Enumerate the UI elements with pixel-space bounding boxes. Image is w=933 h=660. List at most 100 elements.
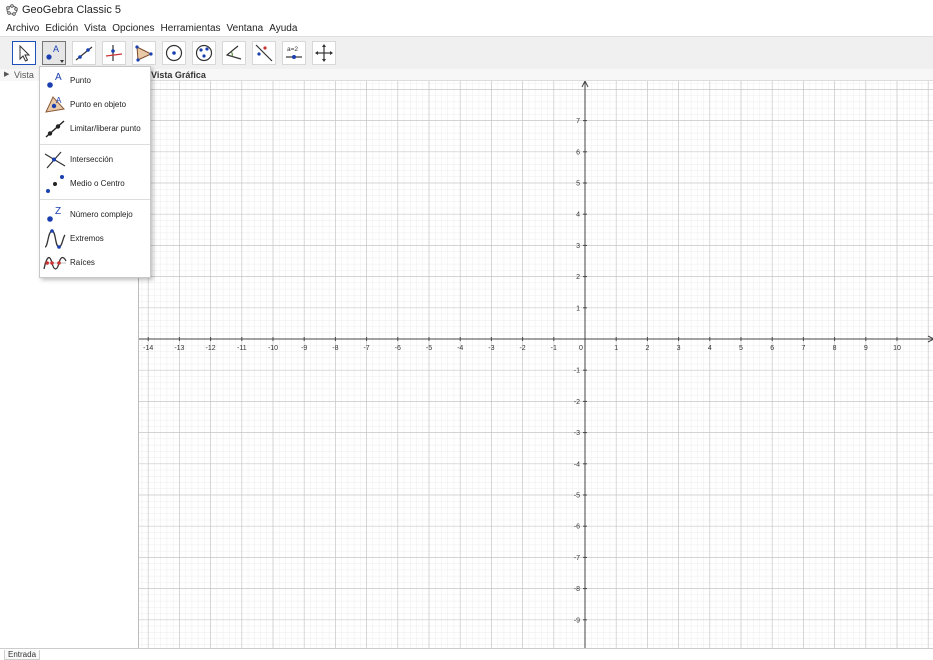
menu-item-extremos[interactable]: Extremos bbox=[40, 227, 150, 251]
extremum-icon bbox=[44, 229, 66, 249]
x-tick-label: -6 bbox=[395, 345, 401, 352]
x-tick-label: -14 bbox=[143, 345, 153, 352]
toolbar: A a=2 bbox=[0, 36, 933, 70]
x-tick-label: 0 bbox=[579, 345, 583, 352]
perpendicular-line-icon bbox=[105, 45, 123, 61]
svg-text:Z: Z bbox=[55, 206, 61, 217]
x-tick-label: 2 bbox=[645, 345, 649, 352]
y-tick-label: -1 bbox=[574, 368, 580, 375]
circle-center-point-icon bbox=[165, 44, 183, 62]
menu-item-numero-complejo[interactable]: Z Número complejo bbox=[40, 203, 150, 227]
menu-opciones[interactable]: Opciones bbox=[112, 23, 154, 34]
x-tick-label: -9 bbox=[301, 345, 307, 352]
x-tick-label: -12 bbox=[206, 345, 216, 352]
input-bar[interactable]: Entrada bbox=[0, 648, 933, 660]
line-icon bbox=[75, 46, 93, 61]
menu-item-label: Limitar/liberar punto bbox=[70, 124, 141, 133]
circle-three-points-icon bbox=[195, 44, 213, 62]
slider-tool[interactable]: a=2 bbox=[282, 41, 306, 65]
move-cross-arrows-icon bbox=[315, 44, 333, 62]
y-tick-label: -7 bbox=[574, 555, 580, 562]
menu-item-label: Extremos bbox=[70, 234, 104, 243]
complex-number-icon: Z bbox=[47, 206, 61, 222]
circle-tool[interactable] bbox=[162, 41, 186, 65]
x-tick-label: 1 bbox=[614, 345, 618, 352]
y-tick-label: -4 bbox=[574, 461, 580, 468]
x-tick-label: 9 bbox=[864, 345, 868, 352]
reflect-line-icon bbox=[255, 44, 273, 62]
y-tick-label: -8 bbox=[574, 586, 580, 593]
menu-item-medio-o-centro[interactable]: Medio o Centro bbox=[40, 172, 150, 196]
y-tick-label: 6 bbox=[576, 149, 580, 156]
menu-item-label: Raíces bbox=[70, 258, 95, 267]
graphics-view-header[interactable]: Vista Gráfica bbox=[138, 69, 933, 81]
point-tool[interactable]: A bbox=[42, 41, 66, 65]
window-title: GeoGebra Classic 5 bbox=[22, 4, 122, 16]
collapse-triangle-icon[interactable]: ▶ bbox=[4, 70, 9, 78]
svg-text:a=2: a=2 bbox=[287, 46, 298, 53]
x-tick-label: -4 bbox=[457, 345, 463, 352]
point-icon: A bbox=[46, 44, 64, 63]
y-tick-label: -5 bbox=[574, 493, 580, 500]
menu-ayuda[interactable]: Ayuda bbox=[269, 23, 297, 34]
circle-three-points-tool[interactable] bbox=[192, 41, 216, 65]
move-graphics-view-tool[interactable] bbox=[312, 41, 336, 65]
line-tool[interactable] bbox=[72, 41, 96, 65]
menu-item-punto[interactable]: A Punto bbox=[40, 69, 150, 93]
menu-item-punto-en-objeto[interactable]: A Punto en objeto bbox=[40, 93, 150, 117]
menu-herramientas[interactable]: Herramientas bbox=[160, 23, 220, 34]
x-tick-label: -7 bbox=[363, 345, 369, 352]
x-tick-label: -2 bbox=[519, 345, 525, 352]
reflect-tool[interactable] bbox=[252, 41, 276, 65]
move-tool[interactable] bbox=[12, 41, 36, 65]
svg-text:A: A bbox=[56, 96, 62, 105]
x-tick-label: -10 bbox=[268, 345, 278, 352]
menu-item-label: Número complejo bbox=[70, 210, 133, 219]
algebra-view-title: Vista bbox=[14, 70, 34, 80]
menu-vista[interactable]: Vista bbox=[84, 23, 106, 34]
graphics-canvas[interactable]: -14 -13 -12 -11 -10 -9 -8 -7 -6 -5 -4 -3 -2 -1 0 1 2 3 4 5 6… bbox=[139, 81, 933, 648]
menu-item-limitar-liberar-punto[interactable]: Limitar/liberar punto bbox=[40, 117, 150, 141]
x-tick-label: -1 bbox=[551, 345, 557, 352]
x-tick-label: 7 bbox=[801, 345, 805, 352]
perpendicular-line-tool[interactable] bbox=[102, 41, 126, 65]
x-tick-label: 8 bbox=[833, 345, 837, 352]
y-tick-label: -9 bbox=[574, 617, 580, 624]
midpoint-icon bbox=[46, 175, 64, 193]
angle-tool[interactable] bbox=[222, 41, 246, 65]
menu-ventana[interactable]: Ventana bbox=[227, 23, 264, 34]
x-tick-label: -13 bbox=[174, 345, 184, 352]
y-tick-label: 7 bbox=[576, 118, 580, 125]
y-tick-label: -3 bbox=[574, 430, 580, 437]
slider-icon: a=2 bbox=[286, 46, 302, 59]
point-tools-dropdown: A Punto A Punto en objeto Limitar/libera… bbox=[39, 66, 151, 278]
polygon-tool[interactable] bbox=[132, 41, 156, 65]
menu-item-interseccion[interactable]: Intersección bbox=[40, 148, 150, 172]
x-tick-label: 5 bbox=[739, 345, 743, 352]
menu-item-label: Medio o Centro bbox=[70, 179, 125, 188]
x-tick-label: 4 bbox=[708, 345, 712, 352]
roots-icon bbox=[43, 256, 67, 270]
x-tick-label: -5 bbox=[426, 345, 432, 352]
y-tick-label: 5 bbox=[576, 181, 580, 188]
title-bar: GeoGebra Classic 5 bbox=[0, 0, 933, 20]
x-tick-label: -3 bbox=[488, 345, 494, 352]
menu-archivo[interactable]: Archivo bbox=[6, 23, 39, 34]
intersect-icon bbox=[44, 151, 66, 169]
y-tick-label: 3 bbox=[576, 243, 580, 250]
menu-item-label: Intersección bbox=[70, 155, 114, 164]
y-tick-label: 4 bbox=[576, 212, 580, 219]
x-tick-label: 10 bbox=[893, 345, 901, 352]
move-arrow-icon bbox=[19, 44, 31, 62]
x-tick-label: 6 bbox=[770, 345, 774, 352]
svg-text:A: A bbox=[53, 44, 59, 54]
point-icon: A bbox=[47, 72, 62, 88]
menu-divider bbox=[40, 199, 150, 200]
y-tick-label: 2 bbox=[576, 274, 580, 281]
menu-item-raices[interactable]: Raíces bbox=[40, 251, 150, 275]
menu-item-label: Punto bbox=[70, 76, 91, 85]
menu-bar: Archivo Edición Vista Opciones Herramien… bbox=[0, 20, 933, 36]
graphics-view[interactable]: -14 -13 -12 -11 -10 -9 -8 -7 -6 -5 -4 -3 -2 -1 0 1 2 3 4 5 6… bbox=[138, 81, 933, 648]
menu-edicion[interactable]: Edición bbox=[45, 23, 78, 34]
y-tick-label: -6 bbox=[574, 524, 580, 531]
